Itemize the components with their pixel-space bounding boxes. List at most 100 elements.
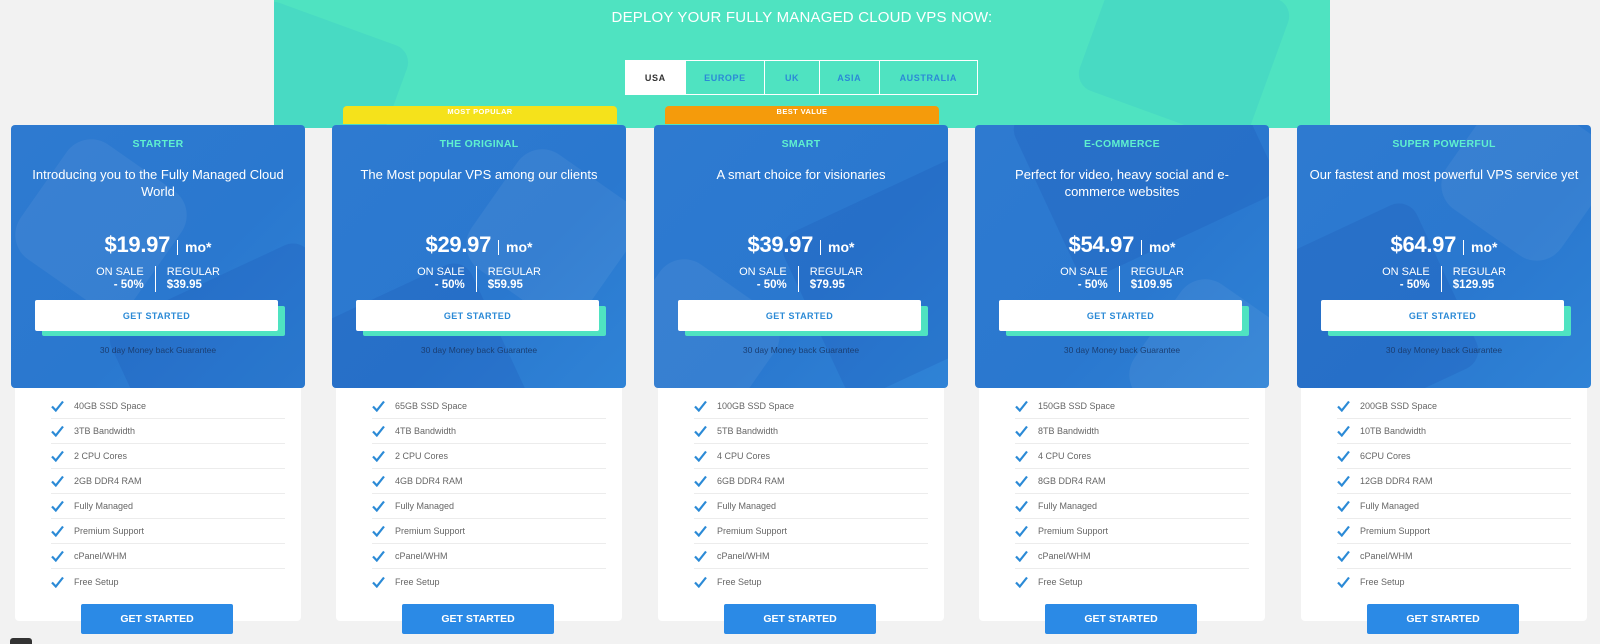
plan-column-super-powerful: SUPER POWERFUL Our fastest and most powe… — [1297, 125, 1591, 634]
check-icon — [372, 550, 385, 562]
check-icon — [1337, 576, 1350, 588]
plan-card: SUPER POWERFUL Our fastest and most powe… — [1297, 125, 1591, 388]
price-divider — [1141, 240, 1143, 255]
price-row: $19.97 mo* — [11, 232, 305, 258]
get-started-button[interactable]: GET STARTED — [999, 300, 1242, 331]
plan-card: THE ORIGINAL The Most popular VPS among … — [332, 125, 626, 388]
tab-australia[interactable]: AUSTRALIA — [880, 61, 977, 94]
get-started-button[interactable]: GET STARTED — [1321, 300, 1564, 331]
card-cta-wrap: GET STARTED — [999, 300, 1249, 336]
plan-price: $39.97 — [747, 232, 814, 257]
check-icon — [1337, 475, 1350, 487]
feature-item: Fully Managed — [372, 494, 606, 519]
bottom-get-started-button[interactable]: GET STARTED — [402, 604, 554, 634]
feature-item: 6CPU Cores — [1337, 444, 1571, 469]
feature-item: Fully Managed — [1337, 494, 1571, 519]
check-icon — [1337, 525, 1350, 537]
get-started-button[interactable]: GET STARTED — [356, 300, 599, 331]
check-icon — [694, 525, 707, 537]
feature-label: Premium Support — [717, 526, 788, 536]
feature-item: Premium Support — [51, 519, 285, 544]
price-row: $39.97 mo* — [654, 232, 948, 258]
check-icon — [51, 525, 64, 537]
sale-label: ON SALE — [1060, 266, 1108, 278]
best-value-badge: BEST VALUE — [665, 106, 939, 124]
feature-item: cPanel/WHM — [694, 544, 928, 569]
price-divider — [498, 240, 500, 255]
regular-label: REGULAR — [1452, 266, 1506, 278]
sale-label: ON SALE — [739, 266, 787, 278]
check-icon — [1337, 400, 1350, 412]
check-icon — [694, 550, 707, 562]
check-icon — [1015, 475, 1028, 487]
plan-card: E-COMMERCE Perfect for video, heavy soci… — [975, 125, 1269, 388]
money-back-guarantee: 30 day Money back Guarantee — [99, 345, 217, 355]
check-icon — [1015, 525, 1028, 537]
feature-item: Fully Managed — [1015, 494, 1249, 519]
money-back-guarantee: 30 day Money back Guarantee — [420, 345, 538, 355]
feature-item: Free Setup — [372, 569, 606, 594]
bottom-get-started-button[interactable]: GET STARTED — [724, 604, 876, 634]
plan-card: STARTER Introducing you to the Fully Man… — [11, 125, 305, 388]
feature-label: Free Setup — [74, 576, 119, 587]
feature-item: Fully Managed — [694, 494, 928, 519]
check-icon — [51, 550, 64, 562]
sale-info: ON SALE - 50% REGULAR $59.95 — [332, 266, 626, 292]
feature-label: 4GB DDR4 RAM — [395, 476, 463, 486]
feature-label: 150GB SSD Space — [1038, 401, 1116, 411]
sale-value: - 50% — [113, 279, 144, 291]
feature-label: cPanel/WHM — [1038, 551, 1091, 561]
bottom-get-started-button[interactable]: GET STARTED — [81, 604, 233, 634]
feature-label: Premium Support — [74, 526, 145, 536]
sale-discount: ON SALE - 50% — [406, 266, 477, 292]
regular-label: REGULAR — [166, 266, 220, 278]
regular-label: REGULAR — [809, 266, 863, 278]
feature-label: Premium Support — [1038, 526, 1109, 536]
price-divider — [1463, 240, 1465, 255]
tab-uk[interactable]: UK — [765, 61, 820, 94]
tab-europe[interactable]: EUROPE — [686, 61, 766, 94]
regular-price: REGULAR $109.95 — [1120, 266, 1195, 292]
feature-item: 4 CPU Cores — [694, 444, 928, 469]
sale-value: - 50% — [434, 279, 465, 291]
bottom-get-started-button[interactable]: GET STARTED — [1367, 604, 1519, 634]
money-back-guarantee: 30 day Money back Guarantee — [742, 345, 860, 355]
plan-tagline: The Most popular VPS among our clients — [360, 167, 598, 182]
chat-widget-icon[interactable] — [10, 638, 32, 644]
feature-label: 4 CPU Cores — [717, 451, 771, 461]
sale-discount: ON SALE - 50% — [728, 266, 799, 292]
tab-usa[interactable]: USA — [626, 61, 686, 94]
feature-item: Free Setup — [51, 569, 285, 594]
sale-value: - 50% — [756, 279, 787, 291]
price-period: mo* — [828, 239, 855, 255]
plan-tagline: Introducing you to the Fully Managed Clo… — [32, 167, 284, 199]
feature-label: Free Setup — [395, 576, 440, 587]
feature-label: Fully Managed — [1038, 501, 1098, 511]
check-icon — [372, 500, 385, 512]
check-icon — [372, 450, 385, 462]
check-icon — [51, 576, 64, 588]
sale-label: ON SALE — [96, 266, 144, 278]
feature-item: 200GB SSD Space — [1337, 394, 1571, 419]
card-decoration — [11, 127, 199, 323]
feature-item: 40GB SSD Space — [51, 394, 285, 419]
tab-asia[interactable]: ASIA — [820, 61, 880, 94]
regular-price: REGULAR $129.95 — [1442, 266, 1517, 292]
check-icon — [694, 475, 707, 487]
feature-label: cPanel/WHM — [717, 551, 770, 561]
regular-price: REGULAR $39.95 — [156, 266, 231, 292]
get-started-button[interactable]: GET STARTED — [35, 300, 278, 331]
plan-price: $29.97 — [425, 232, 492, 257]
sale-label: ON SALE — [417, 266, 465, 278]
check-icon — [694, 425, 707, 437]
feature-label: cPanel/WHM — [395, 551, 448, 561]
regular-label: REGULAR — [1130, 266, 1184, 278]
get-started-button[interactable]: GET STARTED — [678, 300, 921, 331]
bottom-get-started-button[interactable]: GET STARTED — [1045, 604, 1197, 634]
price-row: $54.97 mo* — [975, 232, 1269, 258]
check-icon — [694, 400, 707, 412]
feature-label: 4TB Bandwidth — [395, 426, 457, 436]
feature-label: 6GB DDR4 RAM — [717, 476, 785, 486]
plan-tagline: A smart choice for visionaries — [716, 167, 886, 182]
plan-tagline: Perfect for video, heavy social and e-co… — [1015, 167, 1229, 199]
